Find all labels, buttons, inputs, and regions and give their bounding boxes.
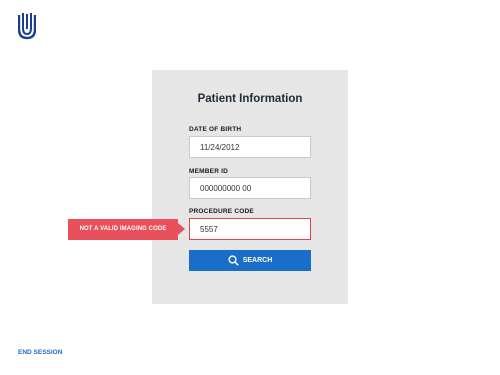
member-id-label: MEMBER ID (189, 168, 228, 175)
dob-field[interactable] (189, 136, 311, 158)
search-button[interactable]: SEARCH (189, 250, 311, 271)
dob-label: DATE OF BIRTH (189, 126, 242, 133)
error-tooltip: NOT A VALID IMAGING CODE (68, 219, 178, 240)
search-button-label: SEARCH (242, 257, 273, 264)
search-icon (228, 255, 239, 266)
page-title: Patient Information (197, 93, 303, 105)
procedure-code-label: PROCEDURE CODE (189, 208, 254, 215)
error-tooltip-arrow (178, 223, 185, 235)
end-session-link[interactable]: END SESSION (18, 349, 62, 356)
uhc-logo-icon (18, 13, 36, 40)
procedure-code-field[interactable] (189, 218, 311, 240)
member-id-field[interactable] (189, 177, 311, 199)
